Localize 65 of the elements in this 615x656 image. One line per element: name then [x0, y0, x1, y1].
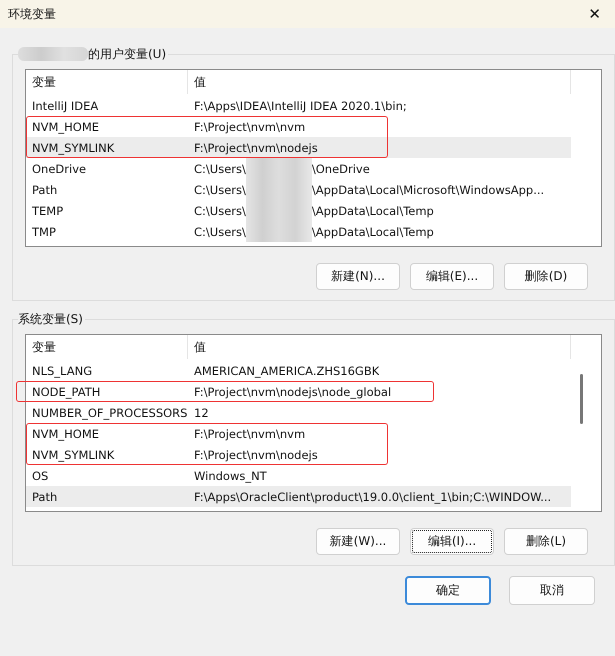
table-cell-text: Path	[31, 490, 58, 504]
table-cell: C:\Users\	[194, 162, 246, 176]
table-cell-text: IntelliJ IDEA	[31, 98, 100, 112]
group-label: 的用户变量(U)	[88, 46, 166, 62]
variable-row[interactable]: TEMP C:\Users\ \AppData\Local\Temp	[26, 200, 571, 221]
window-title: 环境变量	[8, 6, 56, 22]
dialog-button[interactable]: 新建(N)...	[316, 263, 400, 290]
variable-row[interactable]: NVM_SYMLINK F:\Project\nvm\nodejs	[26, 137, 571, 158]
variable-row[interactable]: NVM_HOME F:\Project\nvm\nvm	[26, 423, 571, 444]
table-cell-text: NVM_HOME	[31, 120, 100, 134]
table-cell: C:\Users\	[194, 182, 246, 196]
table-cell: \AppData\Local\Temp	[312, 224, 434, 238]
table-cell-text: OS	[31, 468, 50, 482]
variable-row[interactable]: OneDrive C:\Users\ \OneDrive	[26, 158, 571, 179]
column-header[interactable]: 值	[188, 70, 571, 94]
scrollbar[interactable]	[580, 374, 583, 424]
blurred-text	[246, 158, 312, 179]
table-cell-text: NUMBER_OF_PROCESSORS	[31, 406, 188, 420]
table-cell-text: Path	[31, 182, 58, 196]
dialog-button[interactable]: 取消	[509, 576, 595, 605]
dialog-button[interactable]: 新建(W)...	[316, 528, 400, 555]
table-cell-text: TEMP	[31, 204, 64, 218]
variable-row[interactable]: TMP C:\Users\ \AppData\Local\Temp	[26, 221, 571, 242]
table-cell-text: NVM_SYMLINK	[31, 140, 116, 154]
table-cell: F:\Apps\OracleClient\product\19.0.0\client_1\bin;C:\WINDOW...	[194, 490, 552, 504]
dialog-button[interactable]: 确定	[405, 576, 491, 605]
variable-row[interactable]: NUMBER_OF_PROCESSORS 12	[26, 402, 571, 423]
variable-row[interactable]: OS Windows_NT	[26, 465, 571, 486]
table-cell: F:\Project\nvm\nodejs	[194, 140, 318, 154]
table-cell: C:\Users\	[194, 204, 246, 218]
close-button[interactable]: ✕	[582, 5, 607, 23]
table-cell: Windows_NT	[194, 468, 267, 482]
variable-row[interactable]: NODE_PATH F:\Project\nvm\nodejs\node_global	[26, 381, 571, 402]
table-cell: AMERICAN_AMERICA.ZHS16GBK	[194, 364, 380, 378]
table-cell-text: OneDrive	[31, 162, 88, 176]
table-cell: F:\Project\nvm\nvm	[194, 426, 306, 440]
table-cell: \AppData\Local\Temp	[312, 204, 434, 218]
blurred-username	[18, 47, 88, 61]
variable-row[interactable]: NLS_LANG AMERICAN_AMERICA.ZHS16GBK	[26, 360, 571, 381]
dialog-button[interactable]: 删除(D)	[504, 263, 588, 290]
table-cell-text: TMP	[31, 224, 57, 238]
blurred-text	[246, 221, 312, 242]
dialog-button[interactable]: 编辑(E)...	[410, 263, 494, 290]
table-cell-text: NODE_PATH	[31, 384, 102, 398]
variable-row[interactable]: NVM_SYMLINK F:\Project\nvm\nodejs	[26, 444, 571, 465]
table-cell-text: NVM_HOME	[31, 426, 100, 440]
column-header[interactable]: 变量	[26, 335, 188, 359]
table-cell: C:\Users\	[194, 224, 246, 238]
variable-row[interactable]: Path C:\Users\ \AppData\Local\Microsoft\WindowsApp...	[26, 179, 571, 200]
variable-row[interactable]: Path F:\Apps\OracleClient\product\19.0.0\client_1\bin;C:\WINDOW...	[26, 486, 571, 507]
dialog-button[interactable]: 删除(L)	[504, 528, 588, 555]
column-header[interactable]: 变量	[26, 70, 188, 94]
dialog-button[interactable]: 编辑(I)...	[410, 528, 494, 555]
table-cell: F:\Project\nvm\nvm	[194, 120, 306, 134]
table-cell-text: NLS_LANG	[31, 364, 94, 378]
table-cell: \AppData\Local\Microsoft\WindowsApp...	[312, 182, 544, 196]
table-cell: \OneDrive	[312, 162, 370, 176]
table-cell: F:\Apps\IDEA\IntelliJ IDEA 2020.1\bin;	[194, 98, 407, 112]
variable-row[interactable]: IntelliJ IDEA F:\Apps\IDEA\IntelliJ IDEA 2020.1\bin;	[26, 95, 571, 116]
table-cell: F:\Project\nvm\nodejs	[194, 448, 318, 462]
table-cell: 12	[194, 406, 209, 420]
group-label: 系统变量(S)	[18, 310, 83, 328]
column-header[interactable]: 值	[188, 335, 571, 359]
table-cell: F:\Project\nvm\nodejs\node_global	[194, 384, 392, 398]
table-cell-text: NVM_SYMLINK	[31, 448, 116, 462]
